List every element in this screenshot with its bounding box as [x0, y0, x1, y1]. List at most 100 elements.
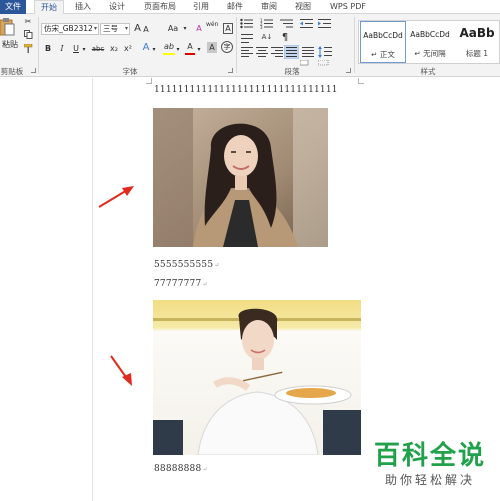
- style-sample: AaBbCcDd: [363, 31, 403, 40]
- paragraph-launcher-icon[interactable]: [346, 68, 351, 73]
- red-arrow-annotation-1: [98, 186, 134, 208]
- document-page[interactable]: 1111111111111111111111111111111 55555555…: [94, 78, 500, 501]
- chevron-down-icon[interactable]: ▾: [81, 44, 87, 55]
- paragraph-mark: ↵: [214, 262, 220, 269]
- highlight-color-swatch: [163, 53, 175, 55]
- inserted-photo-1[interactable]: [153, 108, 328, 247]
- tab-design[interactable]: 设计: [104, 0, 130, 14]
- group-divider: [354, 17, 355, 73]
- enclose-char-button[interactable]: 字: [221, 41, 233, 53]
- style-normal[interactable]: AaBbCcDd ↵ 正文: [360, 21, 406, 63]
- doc-line-2[interactable]: 5555555555↵: [154, 260, 220, 270]
- group-divider: [236, 17, 237, 73]
- font-color-button[interactable]: A: [185, 41, 195, 52]
- line-spacing-icon[interactable]: [318, 46, 332, 58]
- styles-group-label: 样式: [420, 67, 436, 76]
- justify-icon[interactable]: [284, 45, 299, 59]
- font-name-value: 仿宋_GB2312: [44, 24, 93, 33]
- styles-gallery: AaBbCcDd ↵ 正文 AaBbCcDd ↵ 无间隔 AaBb 标题 1: [358, 20, 500, 64]
- align-right-icon[interactable]: [271, 47, 283, 57]
- tab-mailings[interactable]: 邮件: [222, 0, 248, 14]
- bullets-icon[interactable]: [240, 18, 254, 29]
- doc-line-3[interactable]: 77777777↵: [154, 279, 208, 289]
- copy-icon[interactable]: [24, 30, 33, 39]
- superscript-button[interactable]: x²: [122, 43, 134, 54]
- style-name: ↵ 正文: [371, 50, 395, 59]
- numbering-icon[interactable]: 1 2 3: [260, 18, 274, 29]
- tab-page-layout[interactable]: 页面布局: [140, 0, 180, 14]
- underline-button[interactable]: U: [71, 43, 81, 54]
- tab-references[interactable]: 引用: [188, 0, 214, 14]
- doc-line-text: 88888888: [154, 464, 202, 474]
- decrease-indent-icon[interactable]: [300, 18, 313, 29]
- style-sample: AaBbCcDd: [410, 30, 450, 39]
- tab-wps-pdf[interactable]: WPS PDF: [326, 0, 370, 14]
- tab-view[interactable]: 视图: [290, 0, 316, 14]
- doc-line-text: 77777777: [154, 279, 202, 289]
- font-name-combo[interactable]: 仿宋_GB2312 ▾: [41, 23, 99, 35]
- doc-line-4[interactable]: 88888888↵: [154, 464, 208, 474]
- clear-format-button[interactable]: A: [194, 23, 204, 34]
- watermark-subtitle: 助你轻松解决: [384, 473, 475, 487]
- borders-icon[interactable]: [318, 60, 330, 66]
- doc-line-1[interactable]: 1111111111111111111111111111111: [154, 85, 338, 95]
- shrink-font-button[interactable]: A: [142, 24, 150, 35]
- chevron-down-icon[interactable]: ▾: [196, 44, 202, 55]
- document-canvas: 1111111111111111111111111111111 55555555…: [0, 78, 500, 501]
- grow-font-button[interactable]: A: [133, 23, 142, 34]
- change-case-button[interactable]: Aa: [165, 23, 181, 34]
- tab-file[interactable]: 文件: [0, 0, 26, 14]
- chevron-down-icon[interactable]: ▾: [175, 44, 181, 55]
- ribbon-home: 粘贴 ✂ 剪贴板 仿宋_GB2312 ▾ 三号 ▾ A A Aa ▾ A wén A…: [0, 14, 500, 77]
- style-no-spacing[interactable]: AaBbCcDd ↵ 无间隔: [407, 21, 453, 63]
- text-effect-button[interactable]: A: [141, 42, 151, 53]
- paste-button[interactable]: 粘贴: [0, 39, 20, 50]
- font-launcher-icon[interactable]: [228, 68, 233, 73]
- increase-indent-icon[interactable]: [318, 18, 331, 29]
- font-size-value: 三号: [103, 24, 118, 33]
- tab-insert[interactable]: 插入: [70, 0, 96, 14]
- font-group-label: 字体: [122, 67, 138, 76]
- bold-button[interactable]: B: [43, 43, 53, 54]
- margin-corner-mark: [358, 78, 364, 84]
- align-left-icon[interactable]: [241, 47, 253, 57]
- italic-button[interactable]: I: [57, 43, 67, 54]
- margin-corner-mark: [146, 78, 152, 84]
- tab-home[interactable]: 开始: [34, 0, 64, 15]
- multilevel-list-icon[interactable]: [280, 18, 294, 29]
- font-size-combo[interactable]: 三号 ▾: [100, 23, 130, 35]
- cut-icon[interactable]: ✂: [22, 16, 34, 27]
- chevron-down-icon: ▾: [124, 25, 128, 32]
- sort-button[interactable]: A↓: [260, 32, 274, 43]
- strikethrough-button[interactable]: abc: [91, 44, 105, 55]
- chevron-down-icon[interactable]: ▾: [151, 44, 157, 55]
- chinese-layout-icon[interactable]: [241, 33, 254, 44]
- font-color-swatch: [185, 53, 195, 55]
- doc-line-text: 5555555555: [154, 260, 214, 270]
- chevron-down-icon[interactable]: ▾: [182, 23, 188, 34]
- char-border-button[interactable]: A: [223, 23, 233, 34]
- style-name: 标题 1: [465, 49, 489, 58]
- red-arrow-annotation-2: [110, 355, 132, 386]
- paragraph-mark: ↵: [202, 281, 208, 288]
- ribbon-tab-bar: 文件 开始 插入 设计 页面布局 引用 邮件 审阅 视图 WPS PDF: [0, 0, 500, 15]
- paste-icon[interactable]: [0, 17, 16, 37]
- clipboard-group-label: 剪贴板: [0, 67, 24, 76]
- format-painter-icon[interactable]: [24, 44, 33, 53]
- inserted-photo-2[interactable]: [153, 300, 361, 455]
- group-divider: [38, 17, 39, 73]
- style-name: ↵ 无间隔: [414, 49, 446, 58]
- clipboard-launcher-icon[interactable]: [31, 68, 36, 73]
- tab-review[interactable]: 审阅: [256, 0, 282, 14]
- subscript-button[interactable]: x₂: [108, 43, 120, 54]
- highlight-button[interactable]: ab: [163, 41, 175, 52]
- align-center-icon[interactable]: [256, 47, 268, 57]
- style-sample: AaBb: [459, 26, 495, 40]
- style-heading-1[interactable]: AaBb 标题 1: [454, 21, 500, 63]
- char-shading-button[interactable]: A: [207, 42, 217, 53]
- distributed-icon[interactable]: [302, 47, 314, 57]
- left-margin-area: [0, 78, 93, 501]
- svg-text:3: 3: [260, 25, 263, 29]
- phonetic-guide-button[interactable]: wén: [206, 21, 218, 28]
- show-marks-button[interactable]: ¶: [280, 32, 290, 43]
